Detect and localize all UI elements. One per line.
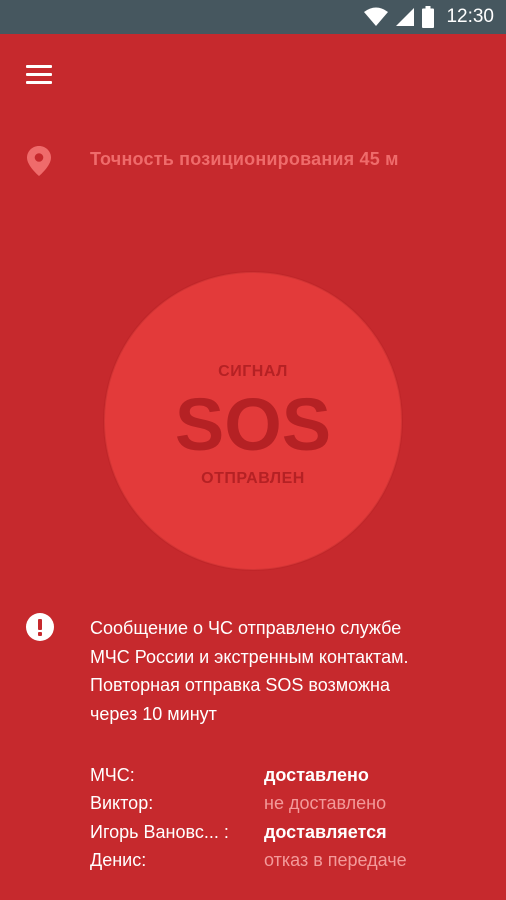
location-pin-icon <box>27 146 51 181</box>
sos-bottom-label: ОТПРАВЛЕН <box>201 470 305 487</box>
sos-button[interactable]: СИГНАЛ SOS ОТПРАВЛЕН <box>104 272 402 570</box>
battery-icon <box>422 6 435 28</box>
recipient-name: Виктор: <box>90 793 154 814</box>
delivery-status-list: МЧС: доставлено Виктор: не доставлено Иг… <box>90 761 490 875</box>
sos-message: Сообщение о ЧС отправлено службе МЧС Рос… <box>90 614 490 728</box>
status-icons: 12:30 <box>364 0 494 34</box>
menu-icon <box>26 65 52 68</box>
status-bar: 12:30 <box>0 0 506 34</box>
delivery-row: МЧС: доставлено <box>90 761 490 790</box>
delivery-row: Виктор: не доставлено <box>90 790 490 819</box>
message-line: через 10 минут <box>90 703 217 724</box>
delivery-status: отказ в передаче <box>264 850 407 871</box>
delivery-status: доставлено <box>264 764 369 785</box>
clock: 12:30 <box>446 6 494 27</box>
alert-icon <box>25 612 55 647</box>
message-line: Сообщение о ЧС отправлено службе <box>90 618 402 638</box>
recipient-name: Денис: <box>90 850 147 871</box>
message-line: МЧС России и экстренным контактам. <box>90 646 409 667</box>
delivery-status: не доставлено <box>264 793 387 814</box>
recipient-name: МЧС: <box>90 764 135 785</box>
location-accuracy-text: Точность позиционирования 45 м <box>90 149 399 169</box>
signal-icon <box>396 7 415 27</box>
wifi-icon <box>364 7 389 27</box>
delivery-status: доставляется <box>264 821 387 842</box>
delivery-row: Денис: отказ в передаче <box>90 847 490 876</box>
message-line: Повторная отправка SOS возможна <box>90 675 390 695</box>
menu-icon-bar <box>26 81 52 84</box>
sos-main-label: SOS <box>174 383 332 466</box>
menu-icon-bar <box>26 73 52 76</box>
recipient-name: Игорь Вановс... : <box>90 821 229 842</box>
sos-top-label: СИГНАЛ <box>218 363 288 380</box>
menu-button[interactable] <box>22 60 56 88</box>
delivery-row: Игорь Вановс... : доставляется <box>90 818 490 847</box>
